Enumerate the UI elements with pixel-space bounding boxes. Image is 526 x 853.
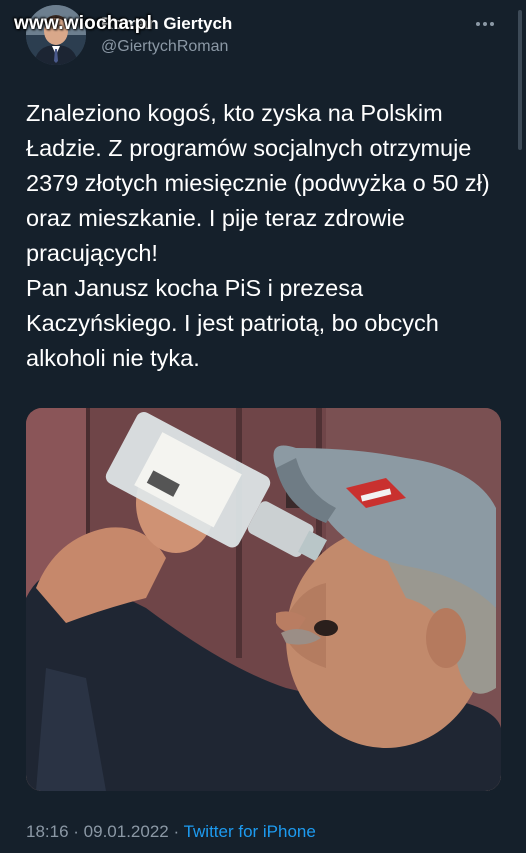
meta-separator: · <box>68 822 84 841</box>
tweet-source-link[interactable]: Twitter for iPhone <box>184 822 316 841</box>
more-horizontal-icon-dot <box>483 22 487 26</box>
site-watermark: www.wiocha.pl <box>14 13 153 34</box>
tweet-screen: Roman Giertych @GiertychRoman www.wiocha… <box>0 0 526 853</box>
scrollbar[interactable] <box>518 10 522 150</box>
more-horizontal-icon-dot <box>490 22 494 26</box>
author-handle[interactable]: @GiertychRoman <box>101 38 228 56</box>
tweet-time[interactable]: 18:16 <box>26 822 69 841</box>
more-horizontal-icon <box>476 22 480 26</box>
tweet-text: Znaleziono kogoś, kto zyska na Polskim Ł… <box>26 96 504 376</box>
tweet-date[interactable]: 09.01.2022 <box>84 822 169 841</box>
meta-separator: · <box>168 822 184 841</box>
more-options-button[interactable] <box>470 14 500 34</box>
tweet-photo[interactable] <box>26 408 501 791</box>
tweet-paragraph: Znaleziono kogoś, kto zyska na Polskim Ł… <box>26 100 490 266</box>
photo-man-drinking <box>26 408 501 791</box>
tweet-meta: 18:16 · 09.01.2022 · Twitter for iPhone <box>26 822 316 842</box>
tweet-paragraph: Pan Janusz kocha PiS i prezesa Kaczyński… <box>26 275 439 371</box>
tweet-header: Roman Giertych @GiertychRoman www.wiocha… <box>0 0 526 80</box>
